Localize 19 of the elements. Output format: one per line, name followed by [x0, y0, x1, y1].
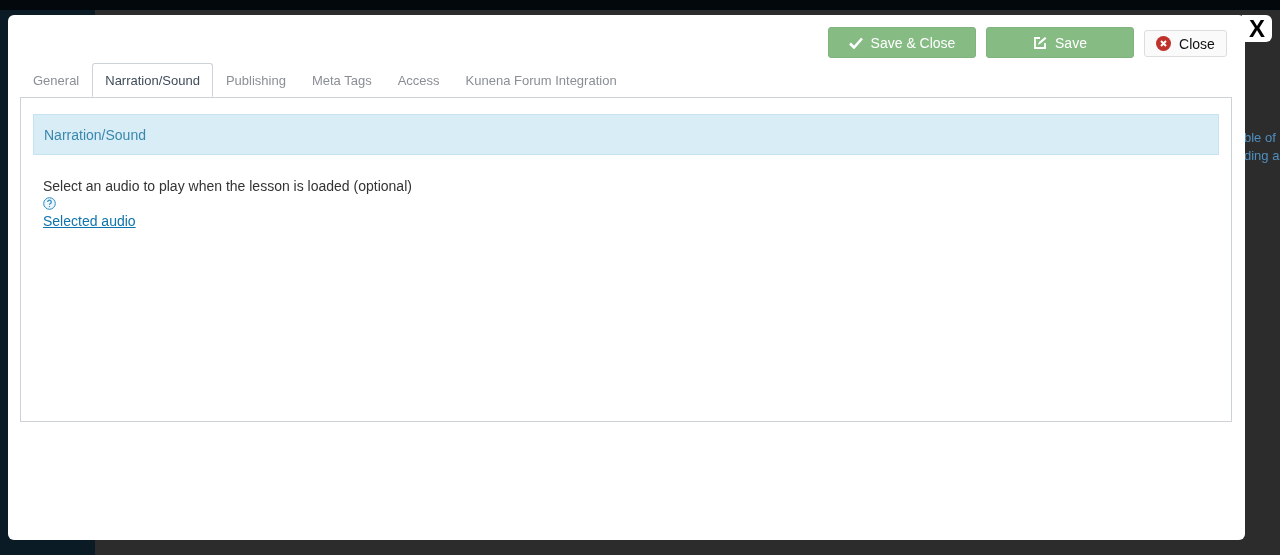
tab[interactable]: General: [20, 63, 93, 97]
tab[interactable]: Publishing: [212, 63, 299, 97]
save-button[interactable]: Save: [986, 27, 1134, 58]
edit-icon: [1033, 35, 1048, 50]
tab[interactable]: Meta Tags: [298, 63, 385, 97]
field-label: Select an audio to play when the lesson is loaded (optional): [43, 178, 412, 194]
close-button[interactable]: X: [1242, 15, 1272, 42]
tab[interactable]: Kunena Forum Integration: [452, 63, 630, 97]
close-icon: [1156, 36, 1172, 51]
help-icon[interactable]: [43, 197, 56, 210]
background-text: ding a: [1244, 148, 1280, 164]
tab[interactable]: Access: [384, 63, 453, 97]
tab[interactable]: Narration/Sound: [92, 63, 213, 97]
checkmark-icon: [848, 36, 863, 49]
selected-audio-link[interactable]: Selected audio: [43, 213, 136, 229]
save-close-button[interactable]: Save & Close: [828, 27, 976, 58]
background-text: ble of: [1244, 130, 1277, 146]
close-button[interactable]: Close: [1144, 30, 1227, 57]
section-heading: Narration/Sound: [33, 114, 1219, 155]
